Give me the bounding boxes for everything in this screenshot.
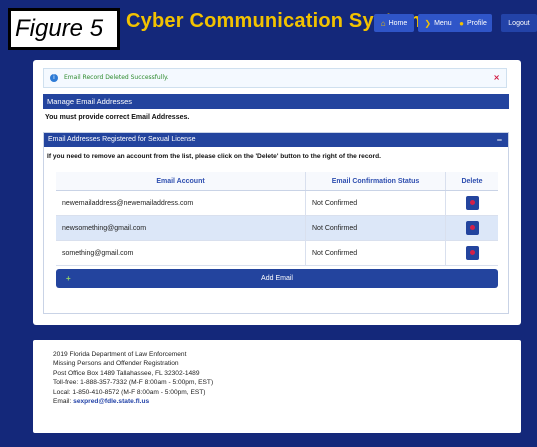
table-row: something@gmail.com Not Confirmed xyxy=(56,240,498,266)
delete-cell xyxy=(445,190,498,216)
footer-line: Post Office Box 1489 Tallahassee, FL 323… xyxy=(53,369,200,377)
manage-notice: You must provide correct Email Addresses… xyxy=(45,114,190,121)
delete-button[interactable] xyxy=(465,196,479,210)
header-confirmation-status: Email Confirmation Status xyxy=(305,172,446,191)
plus-icon: + xyxy=(66,274,71,283)
section-instruction: If you need to remove an account from th… xyxy=(47,153,381,160)
delete-button[interactable] xyxy=(465,221,479,235)
nav-profile-label: Profile xyxy=(467,19,487,27)
table-row: newsomething@gmail.com Not Confirmed xyxy=(56,215,498,241)
nav-home-label: Home xyxy=(388,19,408,27)
info-icon: i xyxy=(50,74,58,82)
nav-profile-button[interactable]: ● Profile xyxy=(454,14,492,32)
status-cell: Not Confirmed xyxy=(305,190,446,216)
footer-line: Missing Persons and Offender Registratio… xyxy=(53,360,179,368)
status-cell: Not Confirmed xyxy=(305,240,446,266)
home-icon: ⌂ xyxy=(380,18,386,28)
user-icon: ● xyxy=(459,18,464,28)
nav-logout-button[interactable]: Logout xyxy=(501,14,537,32)
delete-button[interactable] xyxy=(465,246,479,260)
alert-close-icon[interactable]: × xyxy=(493,69,500,87)
nav-home-button[interactable]: ⌂ Home xyxy=(374,14,414,32)
nav-menu-label: Menu xyxy=(434,19,452,27)
main-card: i Email Record Deleted Successfully. × M… xyxy=(33,60,521,325)
delete-cell xyxy=(445,215,498,241)
footer-email-label: Email: xyxy=(53,398,74,406)
delete-icon xyxy=(469,250,475,255)
footer-line: 2019 Florida Department of Law Enforceme… xyxy=(53,351,187,358)
footer: 2019 Florida Department of Law Enforceme… xyxy=(33,340,521,433)
figure-label: Figure 5 xyxy=(8,8,120,50)
email-cell: newsomething@gmail.com xyxy=(56,215,306,241)
footer-email-link[interactable]: sexpred@fdle.state.fl.us xyxy=(73,398,149,405)
email-section: Email Addresses Registered for Sexual Li… xyxy=(43,132,509,314)
add-email-button[interactable]: + Add Email xyxy=(56,269,498,288)
footer-text: 2019 Florida Department of Law Enforceme… xyxy=(53,350,213,406)
delete-icon xyxy=(469,200,475,205)
table-header-row: Email Account Email Confirmation Status … xyxy=(56,172,498,191)
nav-menu-button[interactable]: ❯ Menu xyxy=(418,14,458,32)
manage-header: Manage Email Addresses xyxy=(43,94,509,109)
footer-line: Toll-free: 1-888-357-7332 (M-F 8:00am - … xyxy=(53,379,214,387)
section-header: Email Addresses Registered for Sexual Li… xyxy=(44,133,508,147)
section-title: Email Addresses Registered for Sexual Li… xyxy=(48,136,196,143)
table-row: newemailaddress@newemailaddress.com Not … xyxy=(56,190,498,216)
header-email-account: Email Account xyxy=(56,172,306,191)
chevron-right-icon: ❯ xyxy=(424,18,432,28)
email-table: Email Account Email Confirmation Status … xyxy=(56,172,498,266)
collapse-icon[interactable]: − xyxy=(497,133,502,147)
alert-message: Email Record Deleted Successfully. xyxy=(64,74,169,81)
header-delete: Delete xyxy=(445,172,498,191)
email-cell: something@gmail.com xyxy=(56,240,306,266)
delete-icon xyxy=(469,225,475,230)
footer-email-line: Email: sexpred@fdle.state.fl.us xyxy=(53,397,213,406)
delete-cell xyxy=(445,240,498,266)
add-email-label: Add Email xyxy=(261,275,293,282)
status-cell: Not Confirmed xyxy=(305,215,446,241)
footer-line: Local: 1-850-410-8572 (M-F 8:00am - 5:00… xyxy=(53,388,206,396)
email-cell: newemailaddress@newemailaddress.com xyxy=(56,190,306,216)
nav-logout-label: Logout xyxy=(508,19,530,27)
success-alert: i Email Record Deleted Successfully. × xyxy=(43,68,507,88)
